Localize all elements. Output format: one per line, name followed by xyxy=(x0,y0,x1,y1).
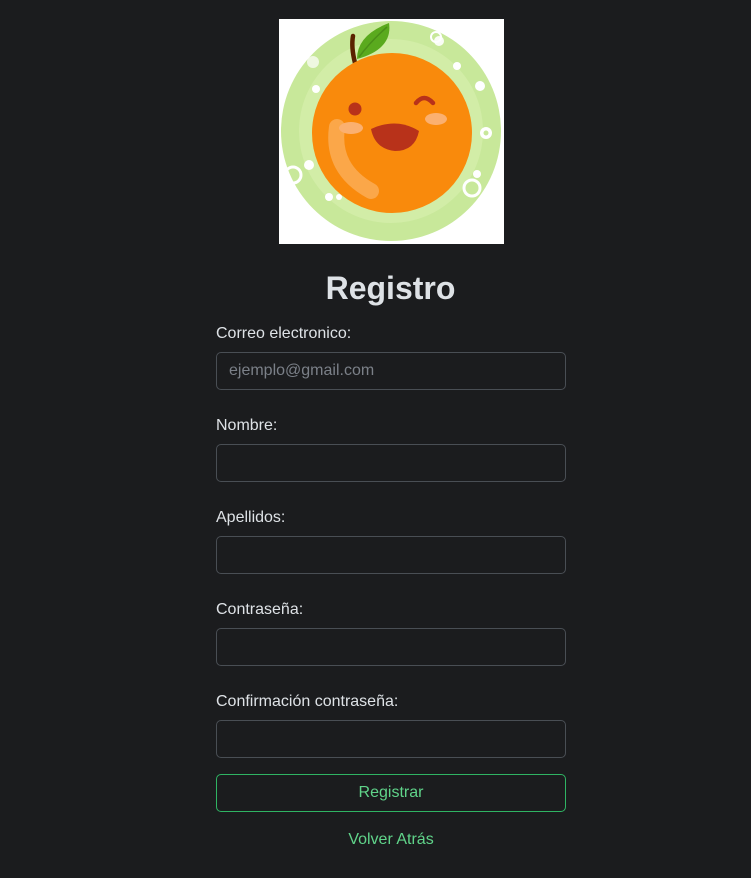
last-name-input[interactable] xyxy=(216,536,566,574)
email-input[interactable] xyxy=(216,352,566,390)
password-label: Contraseña: xyxy=(216,601,304,618)
confirm-password-input[interactable] xyxy=(216,720,566,758)
last-name-label: Apellidos: xyxy=(216,509,286,526)
register-button[interactable]: Registrar xyxy=(216,774,566,812)
password-input[interactable] xyxy=(216,628,566,666)
confirm-password-label: Confirmación contraseña: xyxy=(216,693,399,710)
smiling-orange-icon xyxy=(279,19,504,244)
email-label: Correo electronico: xyxy=(216,325,352,342)
orange-logo xyxy=(279,19,504,244)
first-name-input[interactable] xyxy=(216,444,566,482)
back-link[interactable]: Volver Atrás xyxy=(216,830,566,850)
page-title: Registro xyxy=(325,270,456,306)
first-name-label: Nombre: xyxy=(216,417,278,434)
